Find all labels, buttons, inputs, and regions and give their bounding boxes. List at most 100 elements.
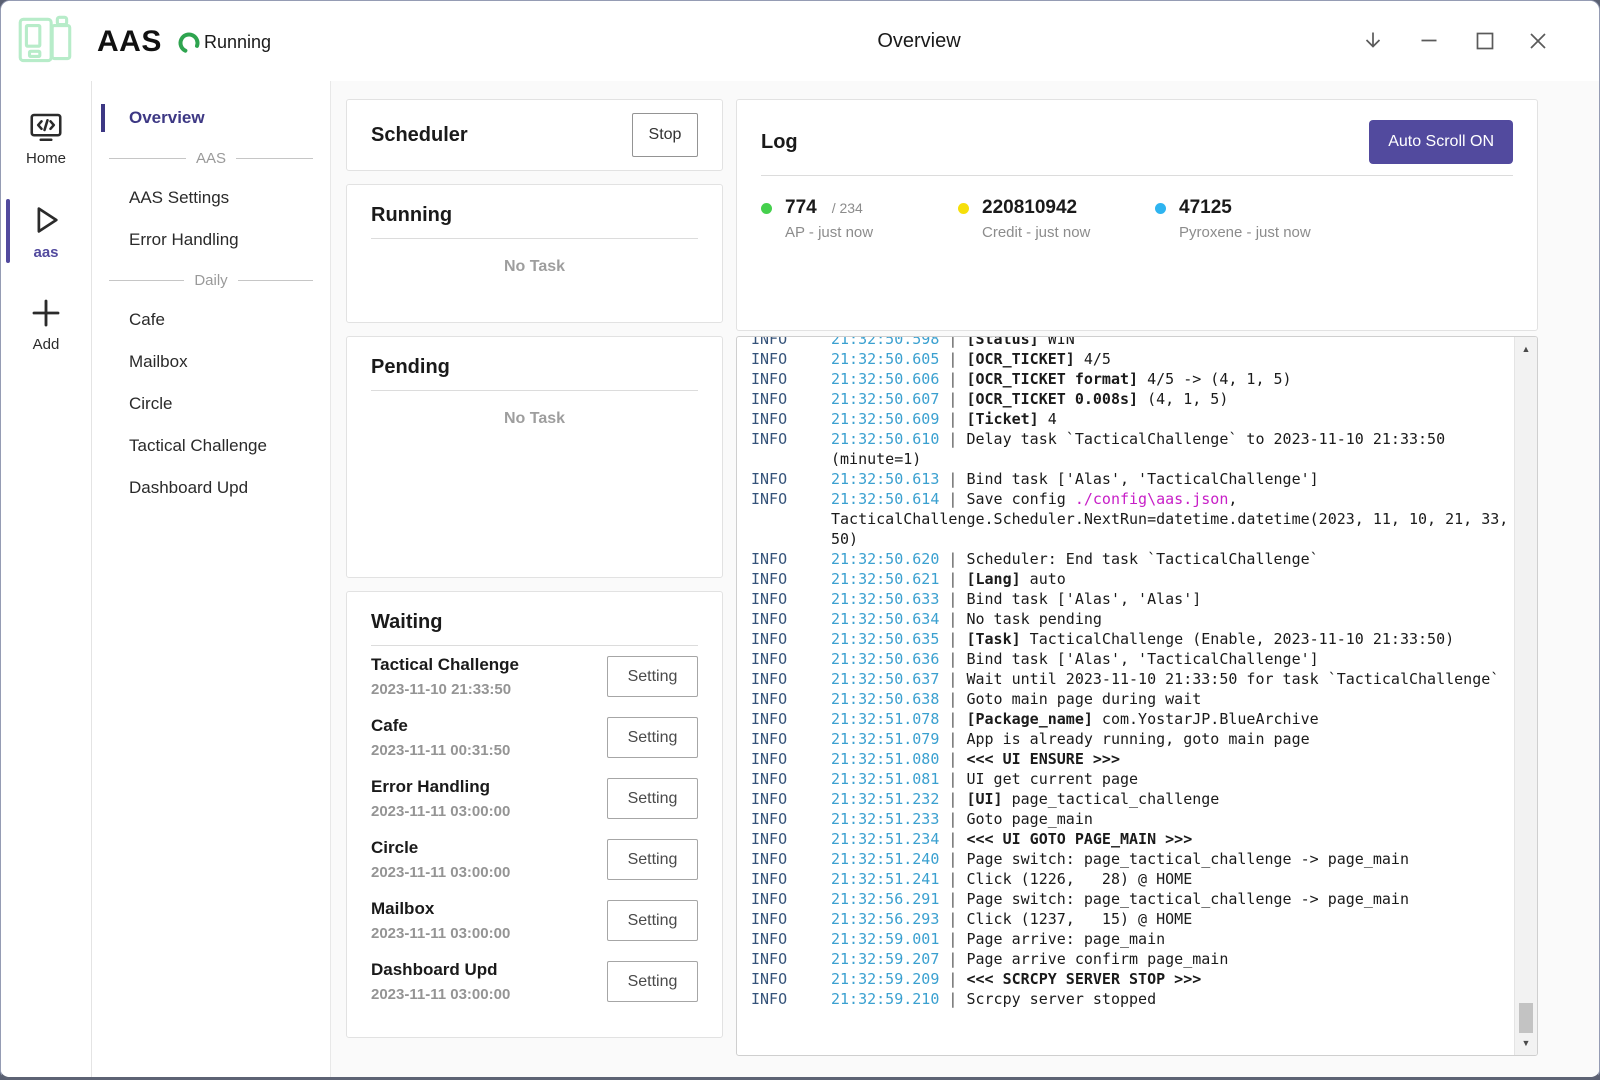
log-level: INFO bbox=[751, 609, 787, 629]
log-text: Page arrive: page_main bbox=[966, 930, 1165, 948]
menu-item-label: AAS Settings bbox=[129, 188, 229, 208]
log-message: 21:32:51.234 | <<< UI GOTO PAGE_MAIN >>> bbox=[831, 830, 1192, 848]
log-message: 21:32:51.241 | Click (1226, 28) @ HOME bbox=[831, 870, 1192, 888]
log-entry: INFO21:32:50.620 | Scheduler: End task `… bbox=[751, 549, 1510, 569]
active-indicator bbox=[101, 104, 105, 132]
log-separator: | bbox=[939, 590, 966, 608]
log-entry: INFO21:32:50.634 | No task pending bbox=[751, 609, 1510, 629]
menu-item-label: Cafe bbox=[129, 310, 165, 330]
log-level: INFO bbox=[751, 389, 787, 409]
log-text: com.YostarJP.BlueArchive bbox=[1093, 710, 1319, 728]
main-content: Scheduler Stop Running No Task Pending N… bbox=[331, 81, 1600, 1080]
log-stat: 47125 Pyroxene - just now bbox=[1155, 197, 1352, 241]
rail-item-aas[interactable]: aas bbox=[1, 197, 91, 265]
log-message: 21:32:56.291 | Page switch: page_tactica… bbox=[831, 890, 1409, 908]
maximize-icon[interactable] bbox=[1463, 19, 1507, 63]
log-message: 21:32:50.607 | [OCR_TICKET 0.008s] (4, 1… bbox=[831, 390, 1228, 408]
log-timestamp: 21:32:51.240 bbox=[831, 850, 939, 868]
scrollbar-thumb[interactable] bbox=[1519, 1003, 1533, 1033]
scheduler-card: Scheduler Stop bbox=[346, 99, 723, 171]
auto-scroll-toggle[interactable]: Auto Scroll ON bbox=[1369, 120, 1513, 164]
menu-item-tactical-challenge[interactable]: Tactical Challenge bbox=[92, 425, 330, 467]
menu-section-divider: Daily bbox=[92, 261, 330, 299]
log-entry: INFO21:32:56.291 | Page switch: page_tac… bbox=[751, 889, 1510, 909]
rail-item-add[interactable]: Add bbox=[1, 291, 91, 357]
scrollbar-down-icon[interactable]: ▼ bbox=[1515, 1033, 1537, 1053]
log-level: INFO bbox=[751, 669, 787, 689]
log-separator: | bbox=[939, 630, 966, 648]
log-message: 21:32:56.293 | Click (1237, 15) @ HOME bbox=[831, 910, 1192, 928]
task-setting-button[interactable]: Setting bbox=[607, 961, 698, 1002]
task-setting-button[interactable]: Setting bbox=[607, 656, 698, 697]
log-level: INFO bbox=[751, 989, 787, 1009]
log-message: 21:32:50.609 | [Ticket] 4 bbox=[831, 410, 1057, 428]
log-timestamp: 21:32:59.207 bbox=[831, 950, 939, 968]
log-timestamp: 21:32:50.633 bbox=[831, 590, 939, 608]
task-setting-button[interactable]: Setting bbox=[607, 717, 698, 758]
log-text: Bind task ['Alas', 'TacticalChallenge'] bbox=[966, 650, 1318, 668]
log-timestamp: 21:32:50.620 bbox=[831, 550, 939, 568]
log-level: INFO bbox=[751, 709, 787, 729]
log-entry: INFO21:32:51.081 | UI get current page bbox=[751, 769, 1510, 789]
log-timestamp: 21:32:50.613 bbox=[831, 470, 939, 488]
scrollbar-up-icon[interactable]: ▲ bbox=[1515, 339, 1537, 359]
task-name: Dashboard Upd bbox=[371, 960, 510, 980]
menu-item-label: Overview bbox=[129, 108, 205, 128]
rail-item-home[interactable]: Home bbox=[1, 105, 91, 171]
log-entry: INFO21:32:59.209 | <<< SCRCPY SERVER STO… bbox=[751, 969, 1510, 989]
log-text: Goto page_main bbox=[966, 810, 1092, 828]
log-entry: INFO21:32:50.636 | Bind task ['Alas', 'T… bbox=[751, 649, 1510, 669]
menu-item-circle[interactable]: Circle bbox=[92, 383, 330, 425]
log-entry: INFO21:32:50.606 | [OCR_TICKET format] 4… bbox=[751, 369, 1510, 389]
task-setting-button[interactable]: Setting bbox=[607, 900, 698, 941]
log-level: INFO bbox=[751, 769, 787, 789]
stat-label: Pyroxene - just now bbox=[1179, 224, 1352, 241]
menu-item-cafe[interactable]: Cafe bbox=[92, 299, 330, 341]
menu-section-label: AAS bbox=[196, 150, 226, 167]
log-text: [Package_name] bbox=[966, 710, 1092, 728]
scheduler-stop-button[interactable]: Stop bbox=[632, 113, 698, 157]
log-text: (4, 1, 5) bbox=[1138, 390, 1228, 408]
log-timestamp: 21:32:59.210 bbox=[831, 990, 939, 1008]
task-setting-button[interactable]: Setting bbox=[607, 778, 698, 819]
log-text: Goto main page during wait bbox=[966, 690, 1201, 708]
stat-top: 47125 bbox=[1155, 197, 1352, 219]
log-text: App is already running, goto main page bbox=[966, 730, 1309, 748]
log-title: Log bbox=[761, 131, 798, 154]
scheduler-title: Scheduler bbox=[371, 124, 468, 147]
log-timestamp: 21:32:50.637 bbox=[831, 670, 939, 688]
menu-item-mailbox[interactable]: Mailbox bbox=[92, 341, 330, 383]
log-text: ./config\aas.json bbox=[1075, 490, 1229, 508]
log-text: WIN bbox=[1039, 336, 1075, 348]
menu-item-error-handling[interactable]: Error Handling bbox=[92, 219, 330, 261]
log-separator: | bbox=[939, 990, 966, 1008]
log-text: Page switch: page_tactical_challenge -> … bbox=[966, 850, 1409, 868]
log-text: Wait until 2023-11-10 21:33:50 for task … bbox=[966, 670, 1499, 688]
log-entry: INFO21:32:51.232 | [UI] page_tactical_ch… bbox=[751, 789, 1510, 809]
menu-item-overview[interactable]: Overview bbox=[92, 97, 330, 139]
log-separator: | bbox=[939, 350, 966, 368]
log-entry: INFO21:32:50.633 | Bind task ['Alas', 'A… bbox=[751, 589, 1510, 609]
log-text: 4/5 -> (4, 1, 5) bbox=[1138, 370, 1292, 388]
minimize-icon[interactable] bbox=[1407, 19, 1451, 63]
log-separator: | bbox=[939, 650, 966, 668]
log-timestamp: 21:32:50.609 bbox=[831, 410, 939, 428]
stat-dot bbox=[761, 203, 772, 214]
log-scrollbar[interactable]: ▲ ▼ bbox=[1514, 337, 1537, 1055]
download-update-icon[interactable] bbox=[1351, 19, 1395, 63]
menu-item-dashboard-upd[interactable]: Dashboard Upd bbox=[92, 467, 330, 509]
log-message: 21:32:50.636 | Bind task ['Alas', 'Tacti… bbox=[831, 650, 1319, 668]
task-setting-button[interactable]: Setting bbox=[607, 839, 698, 880]
titlebar: AAS Running Overview bbox=[1, 1, 1599, 81]
log-separator: | bbox=[939, 810, 966, 828]
waiting-card: Waiting Tactical Challenge2023-11-10 21:… bbox=[346, 591, 723, 1038]
log-separator: | bbox=[939, 670, 966, 688]
log-level: INFO bbox=[751, 749, 787, 769]
divider bbox=[761, 175, 1513, 176]
stat-label: AP - just now bbox=[785, 224, 958, 241]
stat-value: 774 bbox=[785, 197, 817, 219]
close-icon[interactable] bbox=[1516, 19, 1560, 63]
log-entry: INFO21:32:51.080 | <<< UI ENSURE >>> bbox=[751, 749, 1510, 769]
log-text: Bind task ['Alas', 'TacticalChallenge'] bbox=[966, 470, 1318, 488]
menu-item-aas-settings[interactable]: AAS Settings bbox=[92, 177, 330, 219]
